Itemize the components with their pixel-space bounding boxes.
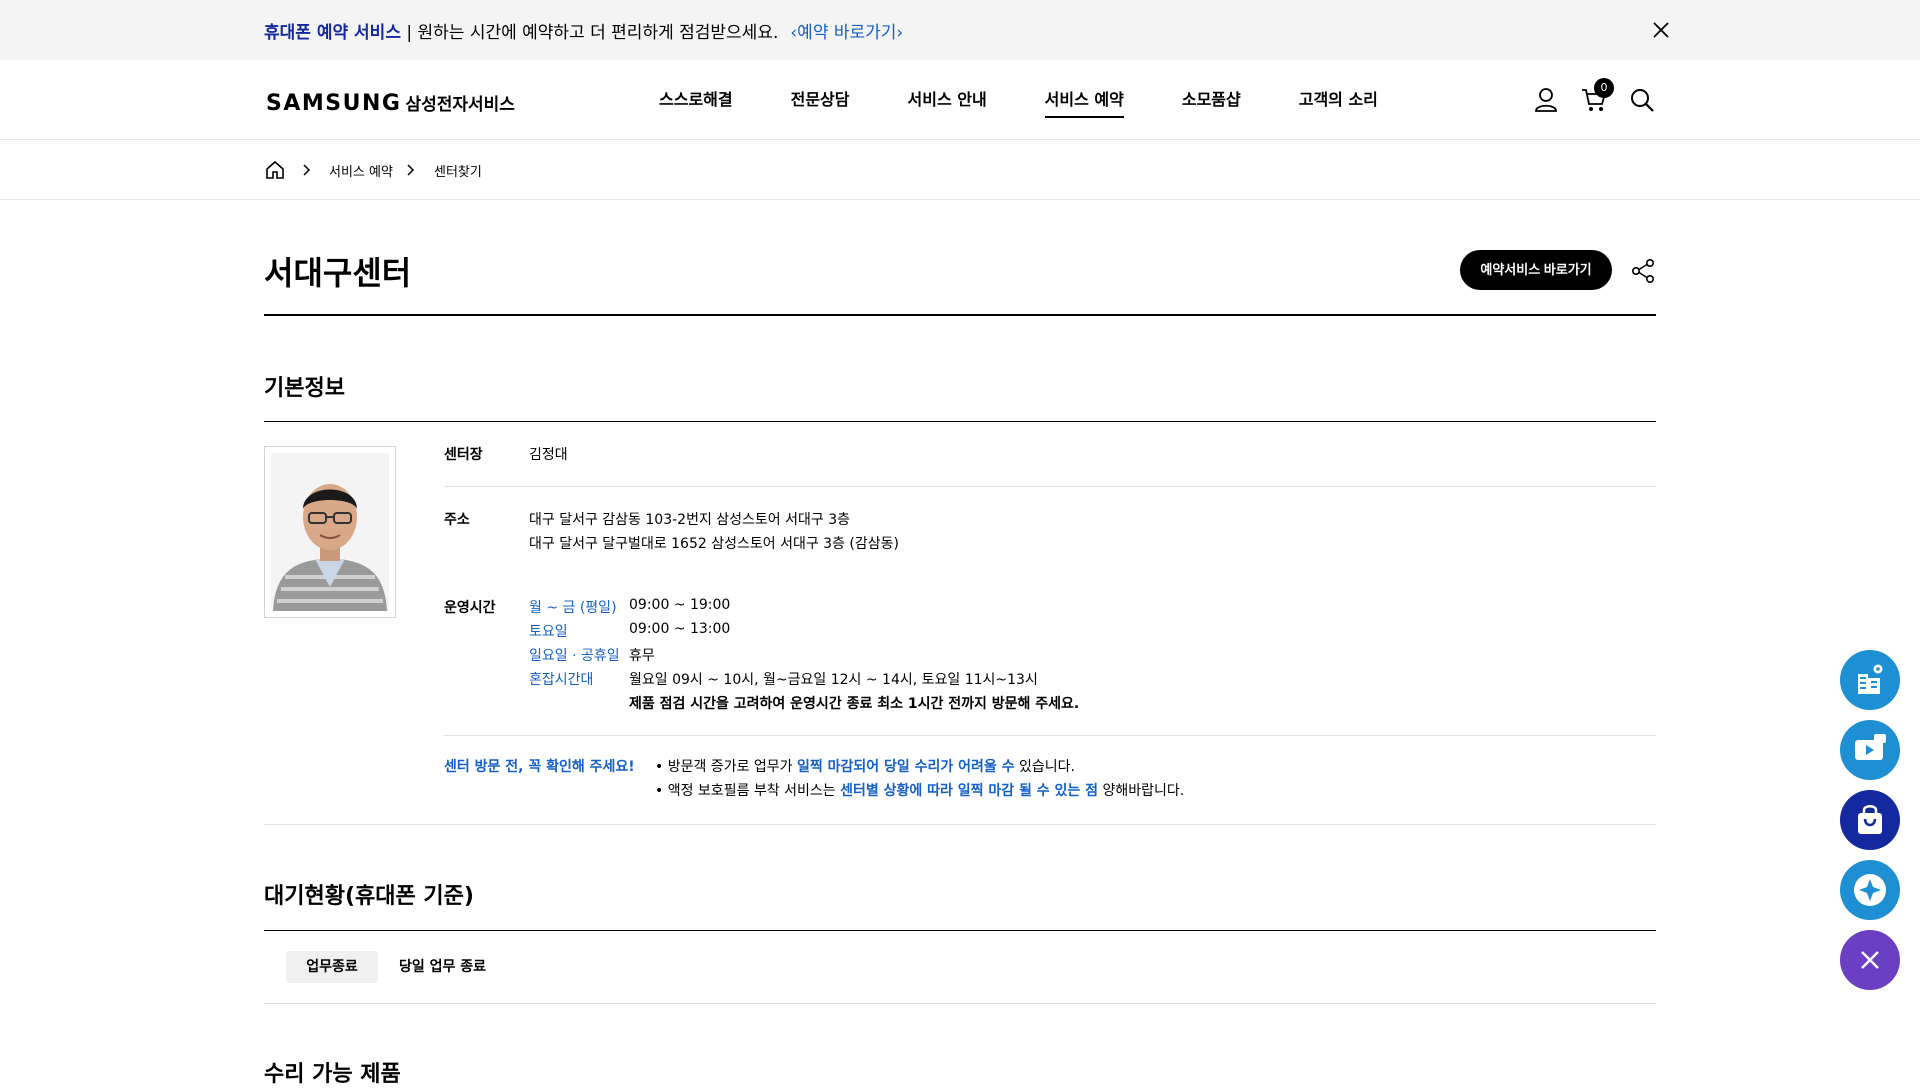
info-divider (444, 735, 1656, 736)
notice-bullet-2: • 액정 보호필름 부착 서비스는 센터별 상황에 따라 일찍 마감 될 수 있… (655, 783, 1185, 799)
reserve-service-button[interactable]: 예약서비스 바로가기 (1460, 250, 1612, 290)
breadcrumb: 서비스 예약 센터찾기 (0, 141, 1920, 200)
menu-voice[interactable]: 고객의 소리 (1299, 86, 1378, 118)
search-icon[interactable] (1628, 86, 1656, 114)
close-icon[interactable] (1650, 19, 1672, 41)
address-label: 주소 (444, 512, 470, 528)
menu-service-guide[interactable]: 서비스 안내 (908, 86, 987, 118)
hours-saturday-time: 09:00 ~ 13:00 (629, 621, 731, 637)
notice-reserve-link[interactable]: ‹예약 바로가기› (790, 23, 903, 43)
hours-busy-label: 혼잡시간대 (529, 672, 594, 688)
sparkle-icon (1854, 874, 1886, 906)
hours-label: 운영시간 (444, 600, 496, 616)
notice-bullet-1: • 방문객 증가로 업무가 일찍 마감되어 당일 수리가 어려울 수 있습니다. (655, 759, 1075, 775)
person-photo-image (271, 453, 389, 611)
home-icon[interactable] (264, 159, 286, 181)
waiting-title: 대기현황(휴대폰 기준) (264, 884, 474, 909)
fab-close[interactable] (1840, 930, 1900, 990)
menu-consult[interactable]: 전문상담 (791, 86, 850, 118)
user-icon[interactable] (1532, 86, 1560, 114)
menu-service-reserve[interactable]: 서비스 예약 (1044, 86, 1124, 118)
section-divider (264, 824, 1656, 825)
manager-name: 김정대 (529, 447, 568, 463)
breadcrumb-service-reserve[interactable]: 서비스 예약 (329, 161, 393, 180)
notice-message: 휴대폰 예약 서비스 | 원하는 시간에 예약하고 더 편리하게 점검받으세요.… (264, 18, 903, 43)
menu-consumables[interactable]: 소모품샵 (1182, 86, 1241, 118)
shopping-bag-icon (1858, 805, 1882, 834)
chevron-right-icon (303, 164, 311, 176)
cart-count-badge: 0 (1594, 78, 1614, 98)
waiting-divider (264, 930, 1656, 931)
menu-self-solve[interactable]: 스스로해결 (659, 86, 733, 118)
status-text: 당일 업무 종료 (399, 959, 487, 975)
basic-info-divider (264, 421, 1656, 422)
visit-notice-label: 센터 방문 전, 꼭 확인해 주세요! (444, 759, 635, 775)
hours-weekday-label: 월 ~ 금 (평일) (529, 600, 617, 616)
hours-holiday-label: 일요일 · 공휴일 (529, 648, 620, 664)
info-divider (444, 486, 1656, 487)
hours-holiday-time: 휴무 (629, 648, 655, 664)
hours-busy-time: 월요일 09시 ~ 10시, 월~금요일 12시 ~ 14시, 토요일 11시~… (629, 672, 1038, 688)
address-line-1: 대구 달서구 감삼동 103-2번지 삼성스토어 서대구 3층 (529, 512, 851, 528)
logo-sub: 삼성전자서비스 (405, 95, 515, 115)
logo[interactable]: SAMSUNG 삼성전자서비스 (266, 90, 515, 116)
notice-body: | 원하는 시간에 예약하고 더 편리하게 점검받으세요. (400, 23, 779, 43)
header: SAMSUNG 삼성전자서비스 스스로해결 전문상담 서비스 안내 서비스 예약 … (0, 60, 1920, 140)
fab-video-consult[interactable] (1840, 720, 1900, 780)
hours-saturday-label: 토요일 (529, 624, 568, 640)
status-badge: 업무종료 (286, 951, 378, 983)
section-divider (264, 1003, 1656, 1004)
chevron-right-icon (407, 164, 415, 176)
share-icon[interactable] (1630, 258, 1656, 284)
fab-shop[interactable] (1840, 790, 1900, 850)
notice-highlight[interactable]: 휴대폰 예약 서비스 (264, 23, 401, 43)
title-divider (264, 314, 1656, 316)
video-chat-icon (1855, 734, 1886, 760)
main-menu: 스스로해결 전문상담 서비스 안내 서비스 예약 소모품샵 고객의 소리 (630, 86, 1407, 118)
hours-note: 제품 점검 시간을 고려하여 운영시간 종료 최소 1시간 전까지 방문해 주세… (629, 696, 1080, 712)
close-icon (1861, 951, 1879, 969)
notice-bar: 휴대폰 예약 서비스 | 원하는 시간에 예약하고 더 편리하게 점검받으세요.… (0, 0, 1920, 60)
building-pin-icon (1858, 664, 1883, 694)
logo-mark: SAMSUNG (266, 91, 402, 116)
address-line-2: 대구 달서구 달구벌대로 1652 삼성스토어 서대구 3층 (감삼동) (529, 536, 899, 552)
basic-info-title: 기본정보 (264, 376, 345, 401)
repair-title: 수리 가능 제품 (264, 1062, 401, 1087)
manager-photo (264, 446, 396, 618)
breadcrumb-find-center[interactable]: 센터찾기 (434, 161, 482, 180)
fab-ai-assistant[interactable] (1840, 860, 1900, 920)
page-title: 서대구센터 (264, 254, 412, 292)
fab-center-locator[interactable] (1840, 650, 1900, 710)
manager-label: 센터장 (444, 447, 483, 463)
hours-weekday-time: 09:00 ~ 19:00 (629, 597, 731, 613)
